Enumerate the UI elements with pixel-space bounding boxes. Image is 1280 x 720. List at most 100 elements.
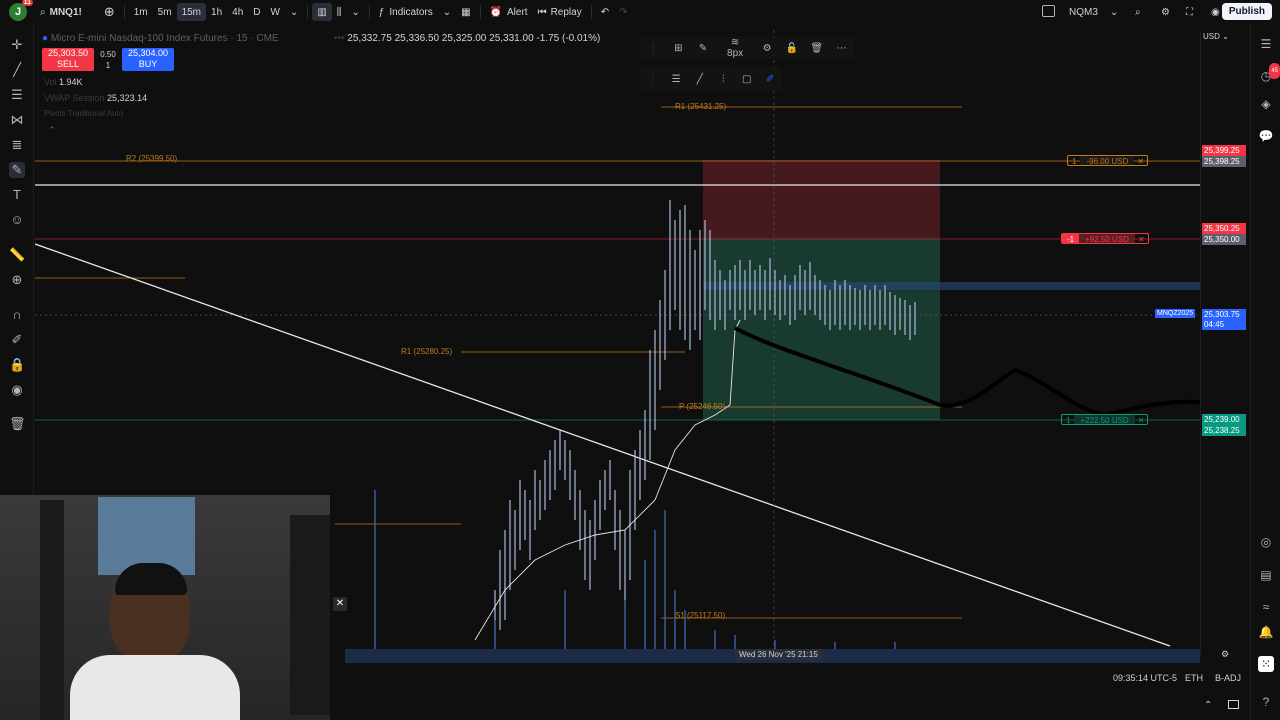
position-tag[interactable]: 1 +222.50 USD ✕ <box>1061 414 1149 425</box>
webcam-close-icon[interactable]: ✕ <box>333 597 347 611</box>
position-pnl: +222.50 USD <box>1074 415 1135 424</box>
trend-line-icon[interactable]: ╱ <box>9 62 25 78</box>
maximize-panel-icon[interactable] <box>1228 700 1239 709</box>
eye-icon[interactable]: ◉ <box>9 382 25 398</box>
trash-icon[interactable]: 🗑 <box>804 43 829 54</box>
watchlist-icon[interactable]: ☰ <box>1258 36 1274 52</box>
candles-chart-type-icon[interactable]: ▥ <box>312 3 332 21</box>
interval-w[interactable]: W <box>266 3 285 21</box>
lock-icon[interactable]: 🔓 <box>780 43 805 54</box>
publish-button[interactable]: Publish <box>1221 3 1272 20</box>
currency-selector[interactable]: USD ⌄ <box>1203 32 1229 41</box>
position-tag[interactable]: 1 -96.00 USD ✕ <box>1067 155 1148 166</box>
alerts-clock-icon[interactable]: ◷ 45 <box>1258 63 1280 84</box>
chart-title[interactable]: ● Micro E-mini Nasdaq-100 Index Futures … <box>42 33 279 44</box>
replay-button[interactable]: ⏮ Replay <box>533 3 587 21</box>
rectangle-tool-icon[interactable]: ▢ <box>735 74 759 85</box>
position-qty: -1 <box>1062 234 1080 243</box>
drag-handle-icon[interactable]: ⋮ <box>641 43 666 54</box>
horizontal-line-tool-icon[interactable]: ☰ <box>665 74 689 85</box>
right-widget-bar: ☰ ◷ 45 ◈ 💬 ◎ ▤ ≈ 🔔 ⁙ ? <box>1250 24 1280 720</box>
line-width-button[interactable]: ≋ 8px <box>716 37 755 59</box>
settings-gear-icon[interactable]: ⚙ <box>755 43 780 54</box>
zoom-in-icon[interactable]: ⊕ <box>9 272 25 288</box>
broadcast-icon[interactable]: ≈ <box>1258 599 1274 615</box>
close-position-icon[interactable]: ✕ <box>1135 415 1148 424</box>
magnet-icon[interactable]: ∩ <box>9 307 25 323</box>
quick-search-icon[interactable]: ⌕ <box>1130 3 1146 21</box>
vwap-value: 25,323.14 <box>107 93 148 103</box>
buy-label: BUY <box>138 59 158 69</box>
interval-5m[interactable]: 5m <box>153 3 177 21</box>
back-adjust-toggle[interactable]: B-ADJ <box>1215 673 1241 683</box>
more-options-icon[interactable]: ⋯ <box>829 43 854 54</box>
pencil-color-icon[interactable]: ✎ <box>691 43 716 54</box>
layout-grid-icon[interactable]: ▦ <box>456 3 475 21</box>
layout-chevron-icon[interactable]: ⌄ <box>1105 3 1123 21</box>
channel-tool-icon[interactable]: ⫶ <box>712 74 736 85</box>
indicators-chevron-icon[interactable]: ⌄ <box>438 3 456 21</box>
time-axis[interactable]: Wed 26 Nov '25 21:15 ⚙ <box>345 649 1229 663</box>
alert-button[interactable]: ⏰ Alert <box>485 3 533 21</box>
collapse-panel-chevron-icon[interactable]: ⌃ <box>1204 700 1212 711</box>
session-toggle[interactable]: ETH <box>1185 673 1203 683</box>
interval-4h[interactable]: 4h <box>227 3 248 21</box>
ruler-icon[interactable]: 📏 <box>9 247 25 263</box>
symbol-search-button[interactable]: ⌕ MNQ1! <box>35 3 87 21</box>
interval-1m[interactable]: 1m <box>129 3 153 21</box>
undo-icon[interactable]: ↶ <box>596 3 614 21</box>
price-axis[interactable]: USD ⌄ 25,399.25 25,398.25 25,350.25 25,350.… <box>1200 30 1248 655</box>
pattern-icon[interactable]: ⋈ <box>9 112 25 128</box>
buy-button[interactable]: 25,304.00 BUY <box>122 48 174 71</box>
layout-square-icon[interactable] <box>1042 5 1055 17</box>
vwap-legend[interactable]: VWAP Session 25,323.14 <box>44 93 147 103</box>
chat-icon[interactable]: 💬 <box>1258 128 1274 144</box>
user-avatar[interactable]: J 11 <box>9 0 33 21</box>
add-symbol-icon[interactable]: ⊕ <box>99 3 120 21</box>
contract-layout-button[interactable]: NQM3 <box>1064 3 1103 21</box>
target-icon[interactable]: ◎ <box>1258 534 1274 550</box>
time-axis-settings-gear-icon[interactable]: ⚙ <box>1221 649 1229 660</box>
lock-icon[interactable]: 🔒 <box>9 357 25 373</box>
notifications-bell-icon[interactable]: 🔔 <box>1258 624 1274 640</box>
more-dots-icon[interactable]: ••• <box>334 33 345 44</box>
settings-gear-icon[interactable]: ⚙ <box>1156 3 1175 21</box>
interval-dropdown-chevron-icon[interactable]: ⌄ <box>285 3 303 21</box>
fib-tool-icon[interactable]: ≣ <box>9 137 25 153</box>
volume-legend[interactable]: Vol 1.94K <box>44 77 83 87</box>
help-icon[interactable]: ? <box>1258 694 1274 710</box>
apps-grid-icon[interactable]: ⁙ <box>1258 656 1274 672</box>
interval-1h[interactable]: 1h <box>206 3 227 21</box>
horizontal-lines-icon[interactable]: ☰ <box>9 87 25 103</box>
close-position-icon[interactable]: ✕ <box>1134 156 1147 165</box>
layers-icon[interactable]: ◈ <box>1258 96 1274 112</box>
template-icon[interactable]: ⊞ <box>666 43 691 54</box>
pivots-legend[interactable]: Pivots Traditional Auto <box>44 109 123 118</box>
drag-handle-icon[interactable]: ⋮ <box>641 74 665 85</box>
trash-icon[interactable]: 🗑 <box>9 416 26 432</box>
utc-clock[interactable]: 09:35:14 UTC-5 <box>1113 673 1177 683</box>
calendar-icon[interactable]: ▤ <box>1258 567 1274 583</box>
indicators-button[interactable]: ƒ Indicators <box>374 3 438 21</box>
chart-type-chevron-icon[interactable]: ⌄ <box>346 3 364 21</box>
close-position-icon[interactable]: ✕ <box>1135 234 1148 243</box>
text-tool-icon[interactable]: T <box>9 187 25 203</box>
interval-15m[interactable]: 15m <box>176 3 207 21</box>
collapse-legend-icon[interactable]: ⌃ <box>48 125 56 136</box>
crosshair-icon[interactable]: ✛ <box>9 37 25 53</box>
interval-d[interactable]: D <box>248 3 265 21</box>
blue-zone[interactable] <box>703 282 1200 290</box>
sell-button[interactable]: 25,303.50 SELL <box>42 48 94 71</box>
chart-type-icon[interactable]: ⫼ <box>332 3 347 21</box>
redo-icon[interactable]: ↷ <box>614 3 632 21</box>
stay-in-drawing-mode-icon[interactable]: ✐ <box>9 332 25 348</box>
position-tag[interactable]: -1 +92.50 USD ✕ <box>1061 233 1149 244</box>
vwap-label: VWAP Session <box>44 93 105 103</box>
order-qty[interactable]: 1 <box>96 60 120 71</box>
short-position-loss-zone[interactable] <box>703 160 940 238</box>
emoji-icon[interactable]: ☺ <box>9 212 25 228</box>
brush-icon[interactable]: ✎ <box>9 162 25 178</box>
brush-tool-icon[interactable]: ✐ <box>759 74 783 85</box>
fullscreen-icon[interactable]: ⛶ <box>1181 3 1198 21</box>
trend-line-tool-icon[interactable]: ╱ <box>688 74 712 85</box>
